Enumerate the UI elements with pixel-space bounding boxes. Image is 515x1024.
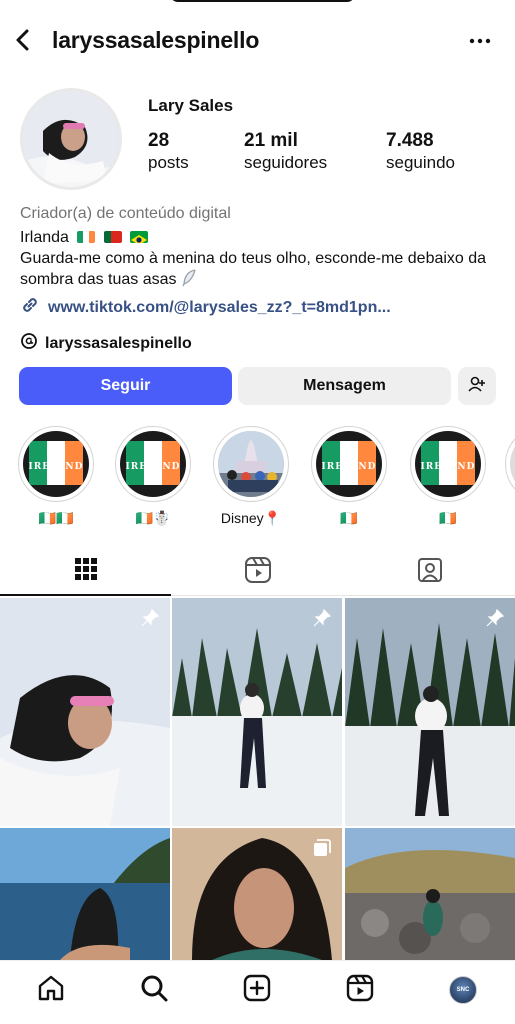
tab-tagged[interactable] — [344, 548, 515, 596]
pin-icon — [485, 608, 505, 628]
stat-followers[interactable]: 21 mil seguidores — [244, 130, 327, 174]
highlight-ring: IRELAND — [410, 426, 486, 502]
create-icon — [242, 973, 272, 1008]
stat-followers-label: seguidores — [244, 153, 328, 172]
profile-tabs — [0, 548, 515, 596]
more-horizontal-icon[interactable] — [467, 28, 493, 54]
chevron-left-icon[interactable] — [10, 26, 38, 54]
profile-avatar: SNC — [449, 976, 477, 1004]
highlight-ring — [213, 426, 289, 502]
link-text: www.tiktok.com/@larysales_zz?_t=8md1pn..… — [48, 298, 391, 316]
highlight-label: 🇮🇪🇮🇪 — [38, 510, 74, 526]
profile-photo — [23, 91, 119, 187]
feather-icon — [181, 269, 197, 293]
profile-category: Criador(a) de conteúdo digital — [20, 205, 231, 222]
profile-bio: Irlanda Guarda-me como à menina do teus … — [20, 227, 500, 293]
highlight-item[interactable]: Disney📍 — [212, 426, 290, 527]
highlight-item[interactable]: IRELAND 🇮🇪 — [409, 426, 487, 527]
story-highlights: IRELAND 🇮🇪🇮🇪 IRELAND 🇮🇪☃️ Disney📍 IRELAN… — [0, 426, 515, 536]
pin-icon — [312, 608, 332, 628]
link-icon — [20, 295, 40, 320]
threads-handle: laryssasalespinello — [45, 334, 192, 352]
top-bar: laryssasalespinello — [0, 0, 515, 80]
bio-location: Irlanda — [20, 229, 69, 246]
profile-username: laryssasalespinello — [52, 27, 260, 53]
message-button[interactable]: Mensagem — [238, 367, 451, 405]
stat-following-value: 7.488 — [386, 130, 434, 151]
home-icon — [36, 973, 66, 1008]
highlight-ring — [505, 426, 515, 502]
post-thumbnail[interactable] — [0, 598, 170, 826]
posts-grid — [0, 598, 515, 960]
brazil-flag — [130, 231, 149, 243]
nav-search[interactable] — [137, 973, 171, 1007]
multi-photo-icon — [312, 838, 332, 858]
nav-reels[interactable] — [343, 973, 377, 1007]
bio-text: Guarda-me como à menina do teus olho, es… — [20, 250, 487, 288]
stat-following-label: seguindo — [386, 153, 456, 172]
highlight-label: 🇮🇪☃️ — [135, 510, 171, 526]
highlight-label: 🇮🇪 — [340, 510, 358, 526]
highlight-item[interactable]: IRELAND 🇮🇪 — [310, 426, 388, 527]
nav-profile[interactable]: SNC — [446, 973, 480, 1007]
tagged-icon — [416, 556, 444, 589]
highlight-cover-ireland: IRELAND — [316, 431, 382, 497]
highlight-label: 🇮🇪 — [439, 510, 457, 526]
threads-badge[interactable]: laryssasalespinello — [20, 332, 192, 355]
reels-icon — [345, 973, 375, 1008]
highlight-cover-ireland: IRELAND — [23, 431, 89, 497]
follow-button[interactable]: Seguir — [19, 367, 232, 405]
stat-posts-value: 28 — [148, 130, 170, 151]
highlight-item[interactable]: IRELAND 🇮🇪🇮🇪 — [17, 426, 95, 527]
highlight-label: Disney📍 — [220, 510, 282, 526]
stat-posts[interactable]: 28 posts — [148, 130, 189, 174]
tab-grid[interactable] — [0, 548, 171, 596]
nav-home[interactable] — [34, 973, 68, 1007]
highlight-cover-ireland: IRELAND — [120, 431, 186, 497]
highlight-ring: IRELAND — [18, 426, 94, 502]
stat-following[interactable]: 7.488 seguindo — [386, 130, 455, 174]
highlight-ring: IRELAND — [311, 426, 387, 502]
highlight-item-partial[interactable] — [505, 426, 515, 502]
portugal-flag — [103, 231, 122, 243]
post-thumbnail[interactable] — [345, 598, 515, 826]
display-name: Lary Sales — [148, 96, 234, 115]
add-user-icon — [467, 374, 487, 399]
profile-link[interactable]: www.tiktok.com/@larysales_zz?_t=8md1pn..… — [20, 295, 391, 320]
grid-icon — [74, 557, 98, 586]
nav-create[interactable] — [240, 973, 274, 1007]
ireland-flag — [77, 231, 96, 243]
highlight-ring: IRELAND — [115, 426, 191, 502]
reels-icon — [244, 556, 272, 589]
pin-icon — [140, 608, 160, 628]
highlight-item[interactable]: IRELAND 🇮🇪☃️ — [114, 426, 192, 527]
search-icon — [139, 973, 169, 1008]
post-thumbnail[interactable] — [172, 598, 342, 826]
device-notch — [170, 0, 355, 2]
profile-avatar[interactable] — [20, 88, 122, 190]
add-user-button[interactable] — [458, 367, 496, 405]
highlight-cover-ireland: IRELAND — [415, 431, 481, 497]
stat-followers-value: 21 mil — [244, 130, 298, 151]
bottom-nav: SNC — [0, 960, 515, 1024]
threads-icon — [20, 332, 38, 355]
highlight-cover-disney — [218, 431, 284, 497]
tab-reels[interactable] — [172, 548, 343, 596]
stat-posts-label: posts — [148, 153, 189, 172]
